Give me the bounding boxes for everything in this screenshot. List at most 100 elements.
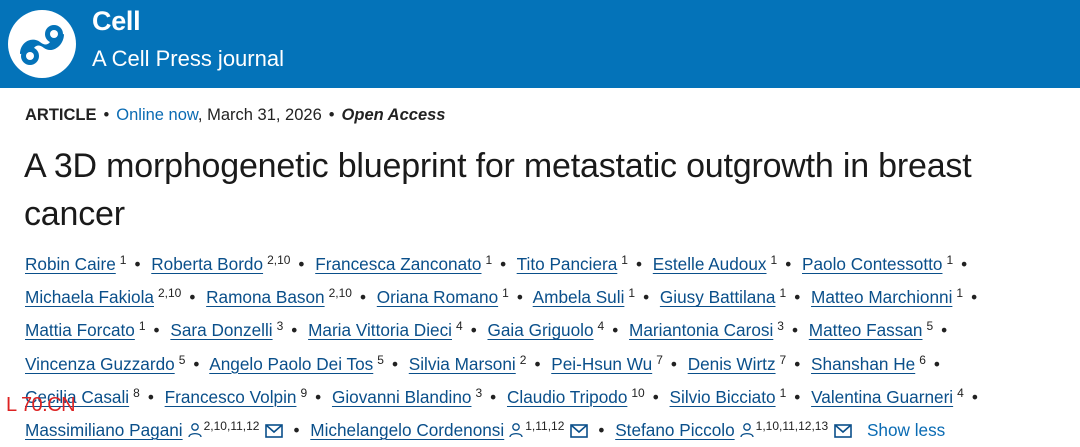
affiliation-superscript[interactable]: 1,11,12 xyxy=(525,419,564,433)
author-name-link[interactable]: Ambela Suli xyxy=(533,287,625,307)
author-item: Sara Donzelli 3 • xyxy=(170,319,303,340)
affiliation-superscript[interactable]: 4 xyxy=(957,386,964,400)
affiliation-superscript[interactable]: 4 xyxy=(598,319,605,333)
author-name-link[interactable]: Francesca Zanconato xyxy=(315,254,481,274)
author-list: Robin Caire 1 • Roberta Bordo 2,10 • Frances… xyxy=(25,246,1075,447)
author-item: Stefano Piccolo 1,10,11,12,13 xyxy=(615,419,854,440)
author-name-link[interactable]: Estelle Audoux xyxy=(653,254,767,274)
affiliation-superscript[interactable]: 5 xyxy=(926,319,933,333)
author-name-link[interactable]: Stefano Piccolo xyxy=(615,420,734,440)
author-name-link[interactable]: Massimiliano Pagani xyxy=(25,420,183,440)
affiliation-superscript[interactable]: 8 xyxy=(133,386,140,400)
author-item: Gaia Griguolo 4 • xyxy=(488,319,625,341)
affiliation-superscript[interactable]: 1 xyxy=(956,286,963,300)
author-name-link[interactable]: Silvia Marsoni xyxy=(409,354,516,374)
author-item: Michaela Fakiola 2,10 • xyxy=(25,286,201,307)
affiliation-superscript[interactable]: 2,10,11,12 xyxy=(204,419,260,433)
author-name-link[interactable]: Francesco Volpin xyxy=(165,387,297,407)
author-name-link[interactable]: Matteo Fassan xyxy=(809,320,923,340)
affiliation-superscript[interactable]: 5 xyxy=(179,353,186,367)
affiliation-superscript[interactable]: 3 xyxy=(277,319,284,333)
author-name-link[interactable]: Sara Donzelli xyxy=(170,320,272,340)
author-separator: • xyxy=(534,353,541,374)
person-icon[interactable] xyxy=(739,418,755,447)
affiliation-superscript[interactable]: 1 xyxy=(780,386,787,400)
affiliation-superscript[interactable]: 1 xyxy=(120,253,127,267)
person-icon[interactable] xyxy=(508,418,524,447)
author-name-link[interactable]: Angelo Paolo Dei Tos xyxy=(209,354,373,374)
watermark: L 70.CN xyxy=(6,394,76,416)
affiliation-superscript[interactable]: 2,10 xyxy=(158,286,181,300)
affiliation-superscript[interactable]: 6 xyxy=(919,353,926,367)
author-name-link[interactable]: Vincenza Guzzardo xyxy=(25,354,175,374)
author-name-link[interactable]: Ramona Bason xyxy=(206,287,324,307)
author-name-link[interactable]: Pei-Hsun Wu xyxy=(551,354,652,374)
author-name-link[interactable]: Giusy Battilana xyxy=(660,287,776,307)
author-name-link[interactable]: Roberta Bordo xyxy=(151,254,263,274)
affiliation-superscript[interactable]: 1 xyxy=(628,286,635,300)
affiliation-superscript[interactable]: 3 xyxy=(777,319,784,333)
open-access-label: Open Access xyxy=(341,106,446,124)
author-separator: • xyxy=(516,287,523,308)
author-separator: • xyxy=(652,386,659,407)
online-now-link[interactable]: Online now xyxy=(116,106,198,124)
mail-icon[interactable] xyxy=(570,418,589,447)
author-item: Pei-Hsun Wu 7 • xyxy=(551,353,683,374)
affiliation-superscript[interactable]: 3 xyxy=(475,386,482,400)
author-name-link[interactable]: Shanshan He xyxy=(811,354,915,374)
affiliation-superscript[interactable]: 1 xyxy=(485,253,492,267)
author-name-link[interactable]: Robin Caire xyxy=(25,254,116,274)
article-type: ARTICLE xyxy=(25,106,97,124)
affiliation-superscript[interactable]: 5 xyxy=(377,353,384,367)
author-name-link[interactable]: Matteo Marchionni xyxy=(811,287,952,307)
affiliation-superscript[interactable]: 10 xyxy=(631,386,644,400)
affiliation-superscript[interactable]: 1 xyxy=(502,286,509,300)
show-less-link[interactable]: Show less xyxy=(867,420,945,440)
author-name-link[interactable]: Claudio Tripodo xyxy=(507,387,627,407)
author-item: Robin Caire 1 • xyxy=(25,253,146,274)
author-separator: • xyxy=(612,320,619,341)
author-name-link[interactable]: Maria Vittoria Dieci xyxy=(308,320,452,340)
author-name-link[interactable]: Michaela Fakiola xyxy=(25,287,154,307)
cell-press-logo-icon[interactable] xyxy=(6,8,78,80)
author-name-link[interactable]: Giovanni Blandino xyxy=(332,387,472,407)
author-name-link[interactable]: Mariantonia Carosi xyxy=(629,320,773,340)
author-name-link[interactable]: Oriana Romano xyxy=(377,287,498,307)
affiliation-superscript[interactable]: 1 xyxy=(946,253,953,267)
affiliation-superscript[interactable]: 1 xyxy=(139,319,146,333)
affiliation-superscript[interactable]: 2,10 xyxy=(329,286,352,300)
author-item: Silvio Bicciato 1 • xyxy=(670,386,807,407)
author-name-link[interactable]: Denis Wirtz xyxy=(688,354,776,374)
author-name-link[interactable]: Gaia Griguolo xyxy=(488,320,594,340)
person-icon[interactable] xyxy=(187,418,203,447)
affiliation-superscript[interactable]: 1 xyxy=(621,253,628,267)
author-item: Silvia Marsoni 2 • xyxy=(409,353,547,374)
author-name-link[interactable]: Tito Panciera xyxy=(517,254,618,274)
author-item: Tito Panciera 1 • xyxy=(517,253,648,274)
author-separator: • xyxy=(643,287,650,308)
affiliation-superscript[interactable]: 9 xyxy=(300,386,307,400)
journal-name[interactable]: Cell xyxy=(92,6,141,37)
author-name-link[interactable]: Michelangelo Cordenonsi xyxy=(310,420,504,440)
author-separator: • xyxy=(791,320,799,341)
author-separator: • xyxy=(500,254,507,274)
author-separator: • xyxy=(794,353,801,374)
mail-icon[interactable] xyxy=(834,418,852,447)
affiliation-superscript[interactable]: 4 xyxy=(456,319,463,333)
article-meta: ARTICLE • Online now, March 31, 2026 • Open … xyxy=(25,106,445,125)
affiliation-superscript[interactable]: 2,10 xyxy=(267,253,290,267)
affiliation-superscript[interactable]: 2 xyxy=(520,353,527,367)
author-name-link[interactable]: Paolo Contessotto xyxy=(802,254,942,274)
author-separator: • xyxy=(598,420,605,441)
affiliation-superscript[interactable]: 1 xyxy=(771,253,778,267)
affiliation-superscript[interactable]: 1,10,11,12,13 xyxy=(756,419,829,433)
affiliation-superscript[interactable]: 7 xyxy=(656,353,663,367)
affiliation-superscript[interactable]: 1 xyxy=(780,286,787,300)
affiliation-superscript[interactable]: 7 xyxy=(780,353,787,367)
author-name-link[interactable]: Silvio Bicciato xyxy=(670,387,776,407)
author-name-link[interactable]: Mattia Forcato xyxy=(25,320,135,340)
mail-icon[interactable] xyxy=(265,418,284,447)
author-item: Mariantonia Carosi 3 • xyxy=(629,319,804,341)
author-separator: • xyxy=(153,320,160,341)
author-name-link[interactable]: Valentina Guarneri xyxy=(811,387,953,407)
